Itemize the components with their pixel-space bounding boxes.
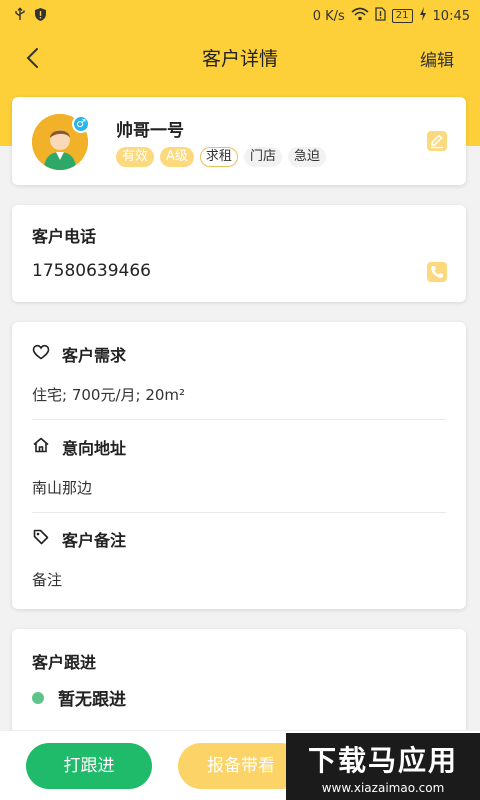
status-bar: 0 K/s 21 10:45: [0, 0, 480, 32]
phone-call-icon[interactable]: [426, 261, 448, 283]
status-dot-icon: [32, 691, 44, 704]
demand-row: 客户需求 住宅; 700元/月; 20m²: [32, 342, 446, 405]
divider: [32, 512, 446, 513]
network-speed: 0 K/s: [312, 8, 345, 24]
requirements-card: 客户需求 住宅; 700元/月; 20m² 意向地址 南山那边 客户备注 备注: [12, 322, 466, 609]
page-title: 客户详情: [201, 47, 278, 70]
divider: [32, 419, 446, 420]
heart-icon: [32, 343, 50, 365]
wifi-icon: [351, 7, 369, 25]
charging-icon: [419, 7, 427, 25]
home-icon: [32, 436, 50, 458]
navigation-bar: 客户详情 编辑: [0, 34, 480, 80]
male-gender-icon: ♂: [72, 115, 90, 133]
demand-value: 住宅; 700元/月; 20m²: [32, 386, 186, 404]
tag-list: 有效 A级 求租 门店 急迫: [116, 147, 326, 167]
add-follow-up-button[interactable]: 打跟进: [26, 743, 152, 789]
sim-alert-icon: [375, 7, 386, 25]
clock-time: 10:45: [432, 8, 470, 24]
tag-urgent: 急迫: [287, 147, 326, 167]
tag-rent: 求租: [199, 147, 238, 167]
demand-label: 客户需求: [62, 346, 127, 365]
watermark-title: 下载马应用: [307, 743, 458, 777]
remark-label: 客户备注: [62, 531, 127, 550]
tag-store: 门店: [243, 147, 282, 167]
remark-value: 备注: [32, 571, 63, 589]
chevron-left-icon[interactable]: [22, 46, 44, 70]
address-row: 意向地址 南山那边: [32, 435, 446, 498]
follow-up-empty-text: 暂无跟进: [58, 690, 126, 710]
follow-up-title: 客户跟进: [32, 653, 97, 672]
address-label: 意向地址: [62, 439, 127, 458]
tag-valid: 有效: [116, 147, 155, 167]
follow-up-status: 暂无跟进: [32, 685, 126, 710]
tag-icon: [32, 528, 50, 550]
edit-button[interactable]: 编辑: [420, 46, 454, 71]
edit-profile-icon[interactable]: [426, 130, 448, 152]
address-value: 南山那边: [32, 479, 93, 497]
battery-indicator: 21: [391, 9, 413, 23]
phone-card: 客户电话 17580639466: [12, 205, 466, 302]
customer-name: 帅哥一号: [116, 121, 184, 141]
tag-level: A级: [160, 147, 194, 167]
profile-card: ♂ 帅哥一号 有效 A级 求租 门店 急迫: [12, 97, 466, 185]
phone-number: 17580639466: [32, 261, 151, 281]
shield-alert-icon: [34, 7, 47, 26]
usb-icon: [14, 7, 26, 25]
site-watermark: 下载马应用 www.xiazaimao.com: [286, 733, 480, 800]
phone-section-title: 客户电话: [32, 227, 97, 246]
watermark-url: www.xiazaimao.com: [321, 780, 445, 795]
remark-row: 客户备注 备注: [32, 527, 446, 590]
